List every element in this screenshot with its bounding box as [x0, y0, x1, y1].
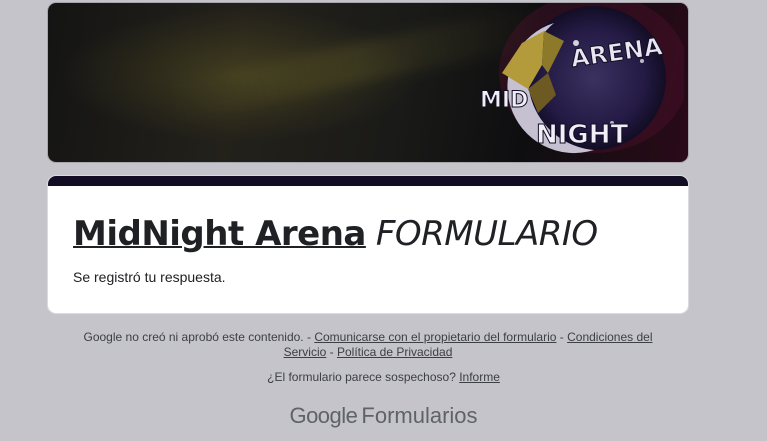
contact-owner-link[interactable]: Comunicarse con el propietario del formu… — [314, 330, 556, 344]
midnight-arena-logo: ARENA MID NIGHT — [480, 3, 684, 154]
header-banner-image: ARENA MID NIGHT — [48, 3, 688, 162]
privacy-policy-link[interactable]: Política de Privacidad — [337, 345, 452, 359]
logo-text-mid: MID — [480, 88, 528, 113]
form-confirmation-card: MidNight Arena FORMULARIO Se registró tu … — [48, 176, 688, 313]
separator: - — [556, 330, 568, 344]
logo-text-bottom: NIGHT — [536, 120, 629, 150]
form-title: MidNight Arena FORMULARIO — [73, 214, 598, 254]
google-forms-logo[interactable]: Google Formularios — [0, 403, 767, 429]
report-link[interactable]: Informe — [459, 370, 500, 384]
confirmation-message: Se registró tu respuesta. — [73, 269, 226, 285]
separator: - — [326, 345, 337, 359]
google-wordmark: Google — [289, 403, 358, 428]
card-accent-bar — [48, 176, 688, 186]
forms-wordmark: Formularios — [361, 403, 478, 428]
footer-disclaimer: Google no creó ni aprobó este contenido.… — [78, 330, 658, 360]
report-abuse-line: ¿El formulario parece sospechoso? Inform… — [0, 370, 767, 385]
form-title-italic: FORMULARIO — [375, 214, 598, 254]
disclaimer-text: Google no creó ni aprobó este contenido.… — [83, 330, 315, 344]
form-title-bold: MidNight Arena — [73, 214, 366, 254]
suspicious-text: ¿El formulario parece sospechoso? — [267, 370, 460, 384]
